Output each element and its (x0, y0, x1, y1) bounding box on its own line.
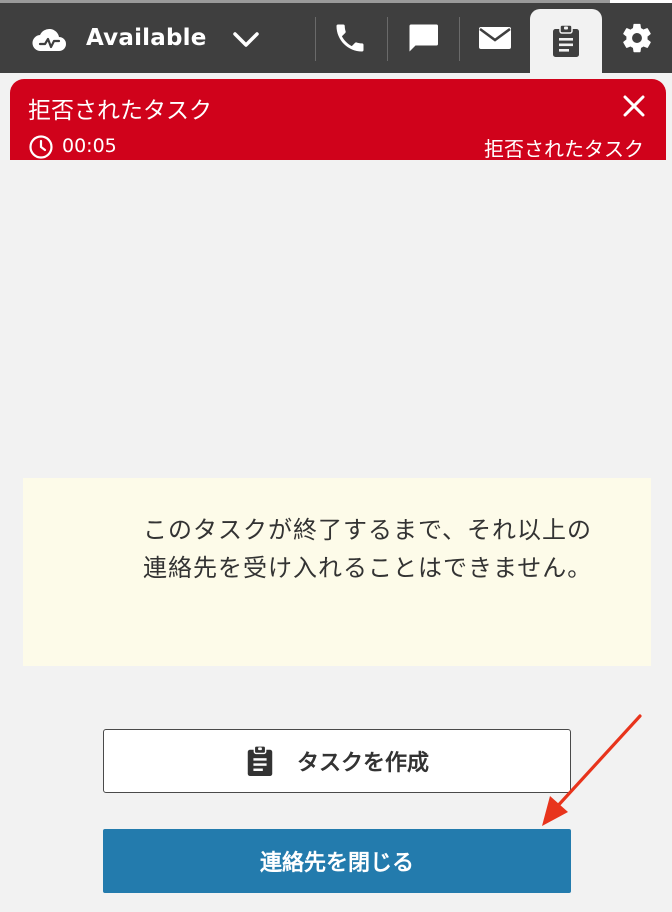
mail-icon (479, 27, 511, 49)
gear-icon (623, 23, 651, 53)
contact-timer: 00:05 (62, 135, 117, 157)
contact-state-banner: 拒否されたタスク 00:05 拒否されたタスク (10, 79, 666, 161)
ccp-top-bar: Available (0, 3, 672, 73)
agent-status-dropdown[interactable]: Available (0, 3, 312, 73)
email-tab[interactable] (459, 3, 531, 73)
phone-tab[interactable] (314, 3, 386, 73)
banner-title: 拒否されたタスク (28, 98, 212, 124)
create-task-label: タスクを作成 (296, 751, 429, 776)
clipboard-icon (553, 24, 579, 57)
agent-status-label: Available (86, 25, 207, 51)
clock-icon (29, 135, 53, 159)
close-contact-label: 連絡先を閉じる (259, 851, 414, 876)
chevron-down-icon (233, 32, 259, 47)
task-tab[interactable] (530, 9, 602, 73)
settings-tab[interactable] (602, 3, 672, 73)
notice-box: このタスクが終了するまで、それ以上の連絡先を受け入れることはできません。 (23, 478, 651, 666)
chat-tab[interactable] (387, 3, 459, 73)
annotation-arrow-icon (542, 714, 642, 826)
phone-icon (336, 24, 364, 52)
close-icon[interactable] (620, 92, 648, 120)
cloud-status-icon (32, 28, 66, 52)
contact-state-label: 拒否されたタスク (484, 137, 644, 161)
notice-message: このタスクが終了するまで、それ以上の連絡先を受け入れることはできません。 (143, 516, 593, 582)
clipboard-icon (247, 745, 273, 777)
create-task-button[interactable]: タスクを作成 (103, 729, 571, 793)
chat-icon (409, 24, 438, 52)
close-contact-button[interactable]: 連絡先を閉じる (103, 829, 571, 893)
